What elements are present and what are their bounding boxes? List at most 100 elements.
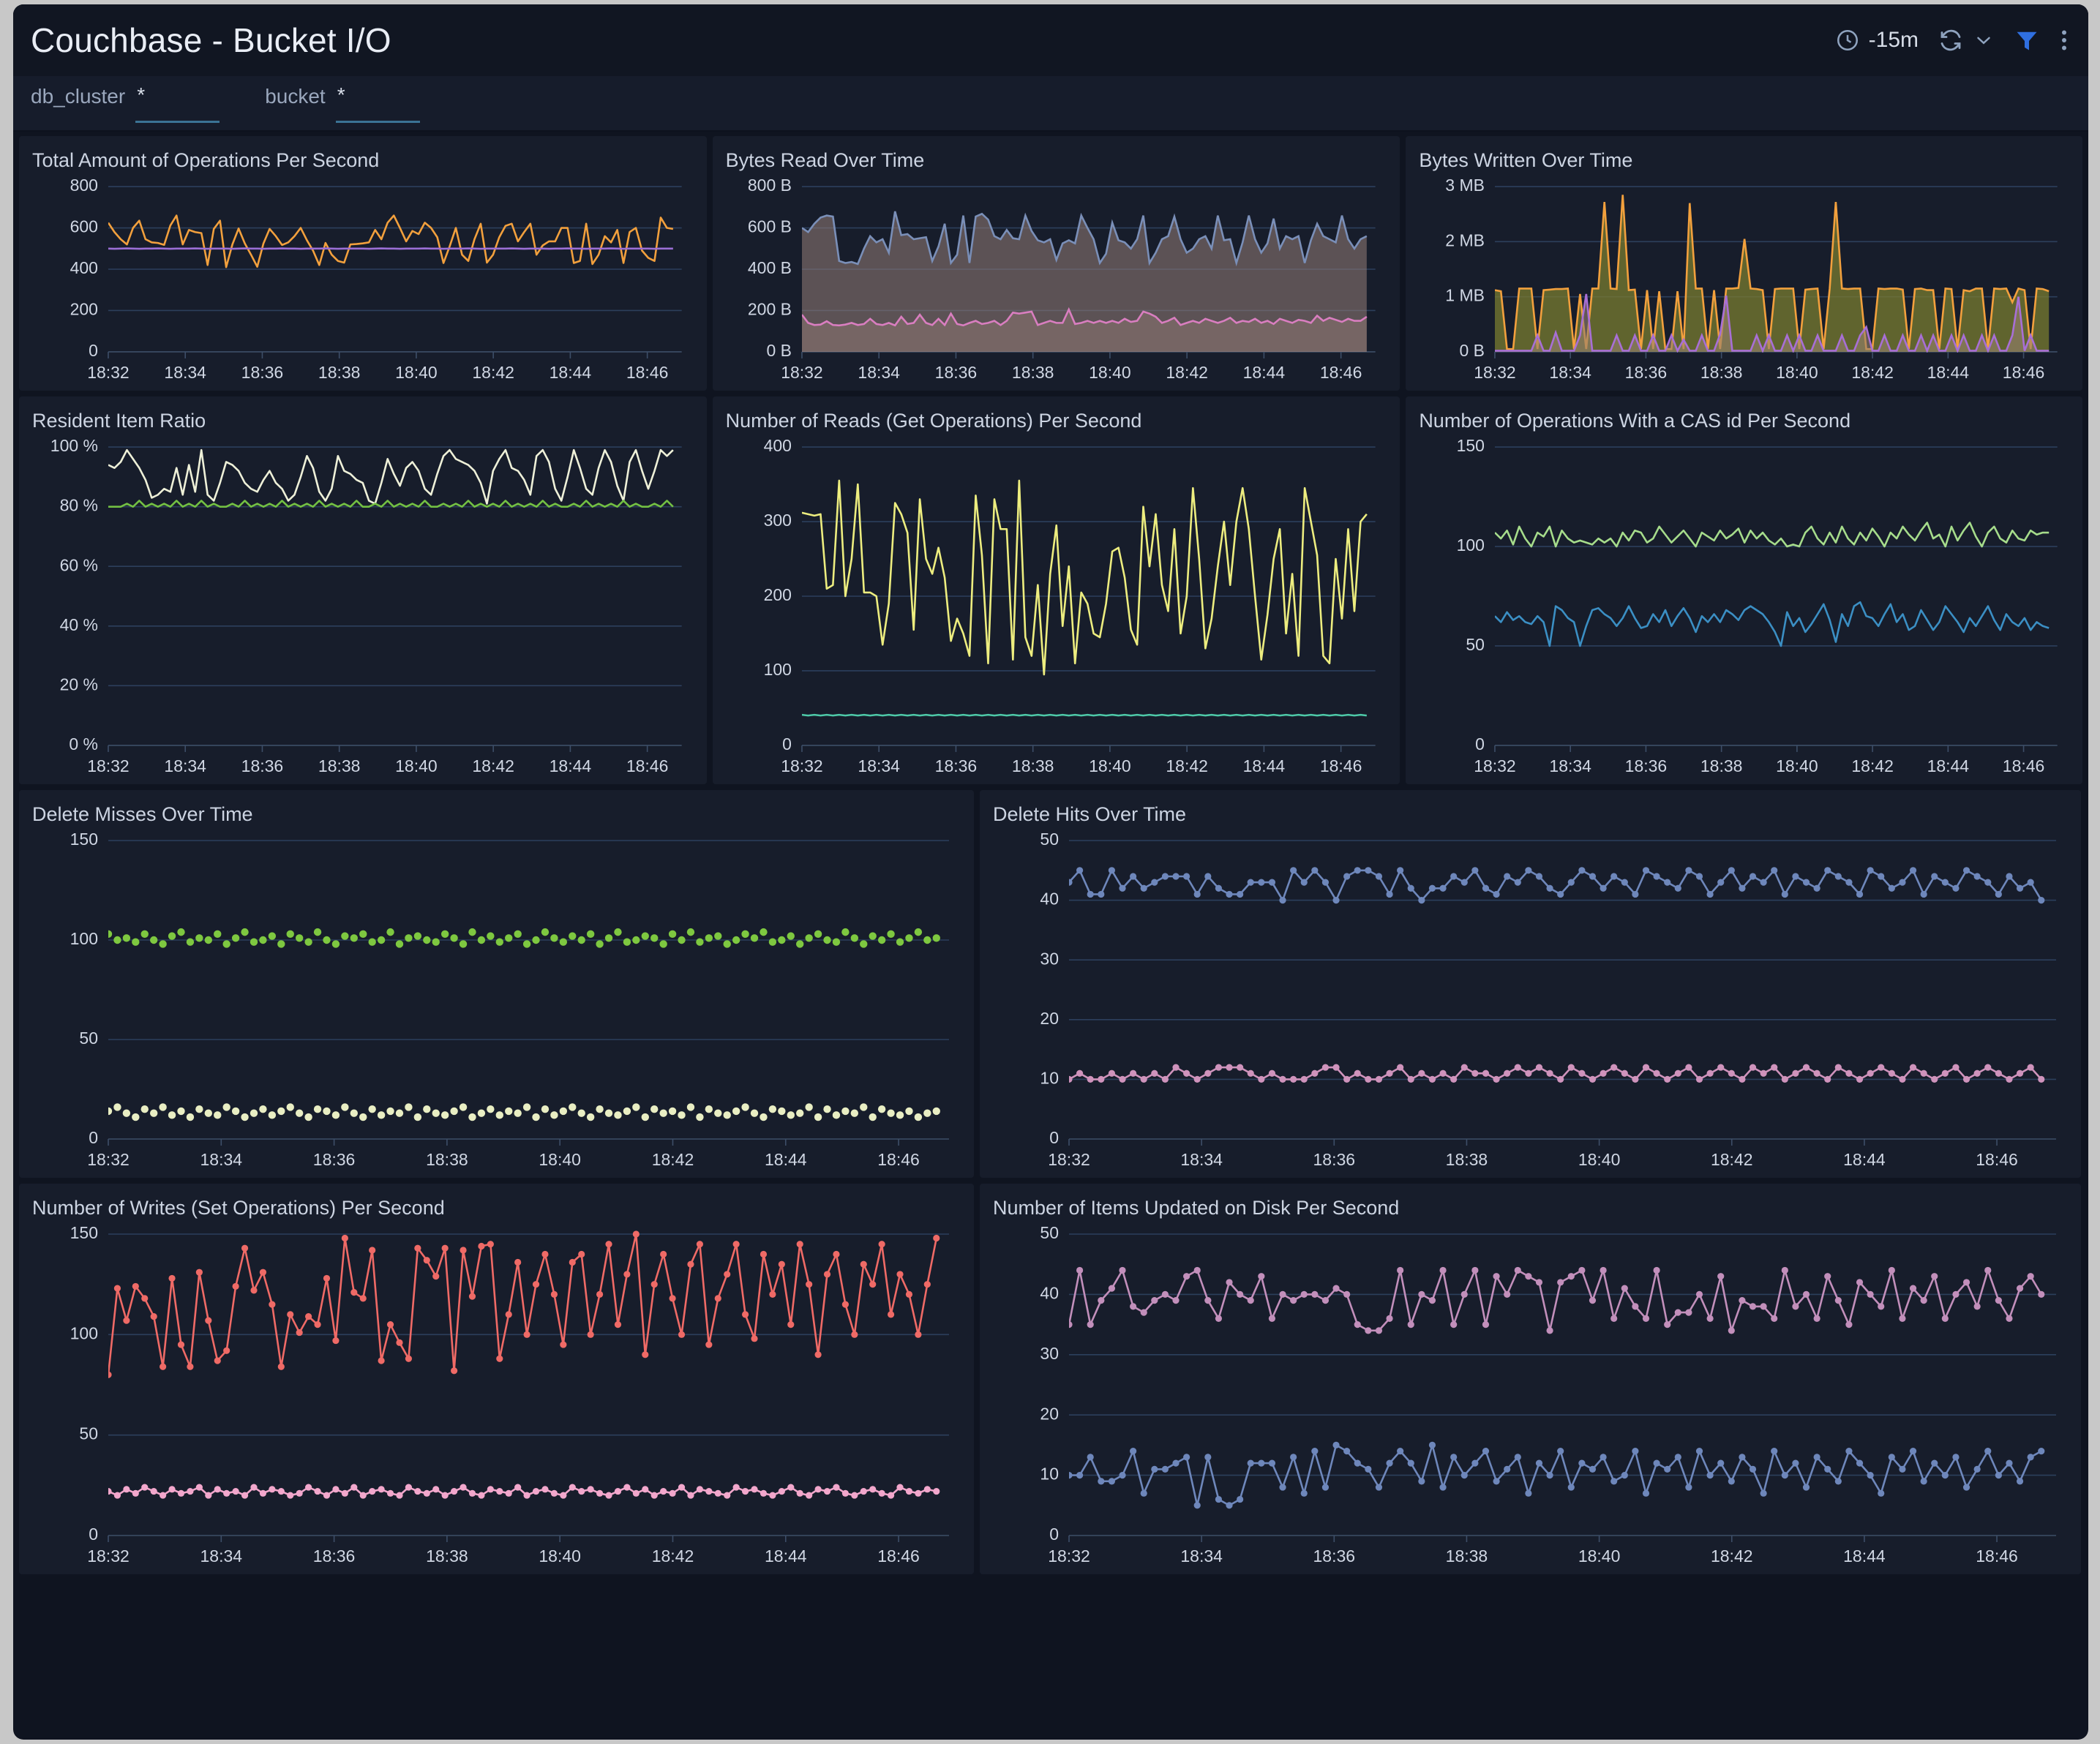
variable-value-select[interactable]: * <box>336 84 420 123</box>
svg-text:18:42: 18:42 <box>1166 363 1208 382</box>
svg-text:18:38: 18:38 <box>1012 756 1054 775</box>
svg-text:18:36: 18:36 <box>241 756 284 775</box>
svg-text:0 B: 0 B <box>1460 341 1485 360</box>
panel-title: Number of Writes (Set Operations) Per Se… <box>32 1197 961 1219</box>
svg-text:18:34: 18:34 <box>1550 363 1592 382</box>
svg-text:18:38: 18:38 <box>1446 1546 1488 1566</box>
dashboard-header: Couchbase - Bucket I/O -15m <box>13 4 2088 76</box>
svg-text:18:32: 18:32 <box>1474 756 1517 775</box>
chart-canvas[interactable]: 010020030040018:3218:3418:3618:3818:4018… <box>726 435 1387 779</box>
chart-canvas[interactable]: 0102030405018:3218:3418:3618:3818:4018:4… <box>993 1222 2068 1569</box>
svg-text:0: 0 <box>89 1128 98 1147</box>
panel-row-4: Number of Writes (Set Operations) Per Se… <box>13 1184 2088 1580</box>
svg-text:0: 0 <box>1049 1525 1059 1544</box>
chevron-down-icon[interactable] <box>1973 29 1995 51</box>
svg-text:60 %: 60 % <box>60 555 98 574</box>
svg-text:18:38: 18:38 <box>318 756 361 775</box>
chart-canvas[interactable]: 0102030405018:3218:3418:3618:3818:4018:4… <box>993 829 2068 1173</box>
svg-text:18:38: 18:38 <box>1700 363 1743 382</box>
svg-text:18:36: 18:36 <box>313 1546 356 1566</box>
time-range-picker[interactable]: -15m <box>1835 28 1919 53</box>
variable-label: bucket <box>265 84 326 109</box>
panel-total-ops[interactable]: Total Amount of Operations Per Second 02… <box>19 136 707 391</box>
svg-text:400: 400 <box>70 258 98 277</box>
panel-title: Delete Hits Over Time <box>993 803 2068 826</box>
svg-text:18:42: 18:42 <box>1852 363 1894 382</box>
svg-text:18:44: 18:44 <box>1843 1150 1886 1169</box>
svg-text:18:32: 18:32 <box>1048 1546 1090 1566</box>
chart-canvas[interactable]: 020040060080018:3218:3418:3618:3818:4018… <box>32 175 694 386</box>
svg-text:18:40: 18:40 <box>539 1150 581 1169</box>
filter-icon[interactable] <box>2014 27 2040 53</box>
svg-text:18:40: 18:40 <box>1776 363 1818 382</box>
panel-title: Number of Operations With a CAS id Per S… <box>1419 410 2069 432</box>
svg-text:18:34: 18:34 <box>858 756 900 775</box>
svg-text:18:42: 18:42 <box>472 756 514 775</box>
svg-text:50: 50 <box>79 1424 98 1443</box>
svg-text:18:44: 18:44 <box>1927 363 1970 382</box>
svg-text:0: 0 <box>782 734 792 753</box>
svg-text:100: 100 <box>70 929 98 948</box>
panel-resident-item-ratio[interactable]: Resident Item Ratio 0 %20 %40 %60 %80 %1… <box>19 396 707 784</box>
chart-canvas[interactable]: 05010015018:3218:3418:3618:3818:4018:421… <box>32 829 961 1173</box>
chart-canvas[interactable]: 0 B1 MB2 MB3 MB18:3218:3418:3618:3818:40… <box>1419 175 2069 386</box>
panel-items-updated-disk[interactable]: Number of Items Updated on Disk Per Seco… <box>980 1184 2081 1574</box>
svg-text:18:34: 18:34 <box>1550 756 1592 775</box>
panel-bytes-written[interactable]: Bytes Written Over Time 0 B1 MB2 MB3 MB1… <box>1406 136 2082 391</box>
svg-text:50: 50 <box>1466 635 1485 654</box>
svg-text:18:44: 18:44 <box>1242 756 1285 775</box>
svg-text:18:44: 18:44 <box>1927 756 1970 775</box>
chart-canvas[interactable]: 05010015018:3218:3418:3618:3818:4018:421… <box>1419 435 2069 779</box>
kebab-menu-button[interactable] <box>2059 27 2069 53</box>
svg-text:18:38: 18:38 <box>1446 1150 1488 1169</box>
panel-writes-per-second[interactable]: Number of Writes (Set Operations) Per Se… <box>19 1184 974 1574</box>
kebab-menu-icon[interactable] <box>2059 27 2069 53</box>
variable-bucket: bucket * <box>265 84 420 123</box>
svg-text:2 MB: 2 MB <box>1446 230 1485 249</box>
svg-text:18:34: 18:34 <box>200 1150 243 1169</box>
svg-text:40: 40 <box>1040 890 1059 909</box>
svg-text:18:36: 18:36 <box>934 363 977 382</box>
svg-text:18:34: 18:34 <box>164 363 206 382</box>
panel-reads-per-second[interactable]: Number of Reads (Get Operations) Per Sec… <box>713 396 1400 784</box>
panel-row-1: Total Amount of Operations Per Second 02… <box>13 136 2088 396</box>
svg-text:18:46: 18:46 <box>1320 363 1362 382</box>
svg-text:18:42: 18:42 <box>472 363 514 382</box>
panel-delete-misses[interactable]: Delete Misses Over Time 05010015018:3218… <box>19 790 974 1178</box>
panel-delete-hits[interactable]: Delete Hits Over Time 0102030405018:3218… <box>980 790 2081 1178</box>
svg-text:800 B: 800 B <box>748 176 792 195</box>
chart-canvas[interactable]: 0 B200 B400 B600 B800 B18:3218:3418:3618… <box>726 175 1387 386</box>
variable-value-select[interactable]: * <box>135 84 220 123</box>
svg-text:18:38: 18:38 <box>1012 363 1054 382</box>
svg-text:18:34: 18:34 <box>164 756 206 775</box>
panel-cas-ops[interactable]: Number of Operations With a CAS id Per S… <box>1406 396 2082 784</box>
chart-canvas[interactable]: 05010015018:3218:3418:3618:3818:4018:421… <box>32 1222 961 1569</box>
svg-text:18:32: 18:32 <box>87 1150 130 1169</box>
svg-text:18:46: 18:46 <box>1976 1150 2018 1169</box>
svg-text:18:42: 18:42 <box>1711 1546 1753 1566</box>
svg-text:18:40: 18:40 <box>395 756 438 775</box>
svg-text:0: 0 <box>89 341 98 360</box>
svg-text:10: 10 <box>1040 1465 1059 1484</box>
panel-title: Bytes Written Over Time <box>1419 149 2069 172</box>
svg-text:150: 150 <box>70 830 98 849</box>
svg-text:18:34: 18:34 <box>1180 1546 1223 1566</box>
svg-text:18:46: 18:46 <box>2003 756 2045 775</box>
refresh-picker[interactable] <box>1938 27 1995 53</box>
time-range-label: -15m <box>1869 28 1919 53</box>
svg-text:10: 10 <box>1040 1068 1059 1087</box>
svg-text:18:38: 18:38 <box>426 1150 468 1169</box>
svg-text:200: 200 <box>70 300 98 319</box>
svg-text:18:46: 18:46 <box>1976 1546 2018 1566</box>
filter-button[interactable] <box>2014 27 2040 53</box>
svg-text:18:44: 18:44 <box>550 756 592 775</box>
panel-bytes-read[interactable]: Bytes Read Over Time 0 B200 B400 B600 B8… <box>713 136 1400 391</box>
svg-text:18:42: 18:42 <box>1711 1150 1753 1169</box>
panel-row-2: Resident Item Ratio 0 %20 %40 %60 %80 %1… <box>13 396 2088 790</box>
refresh-icon[interactable] <box>1938 27 1964 53</box>
chart-canvas[interactable]: 0 %20 %40 %60 %80 %100 %18:3218:3418:361… <box>32 435 694 779</box>
svg-text:18:46: 18:46 <box>877 1150 920 1169</box>
svg-text:30: 30 <box>1040 1344 1059 1363</box>
svg-text:20 %: 20 % <box>60 674 98 694</box>
svg-text:18:36: 18:36 <box>1625 756 1668 775</box>
